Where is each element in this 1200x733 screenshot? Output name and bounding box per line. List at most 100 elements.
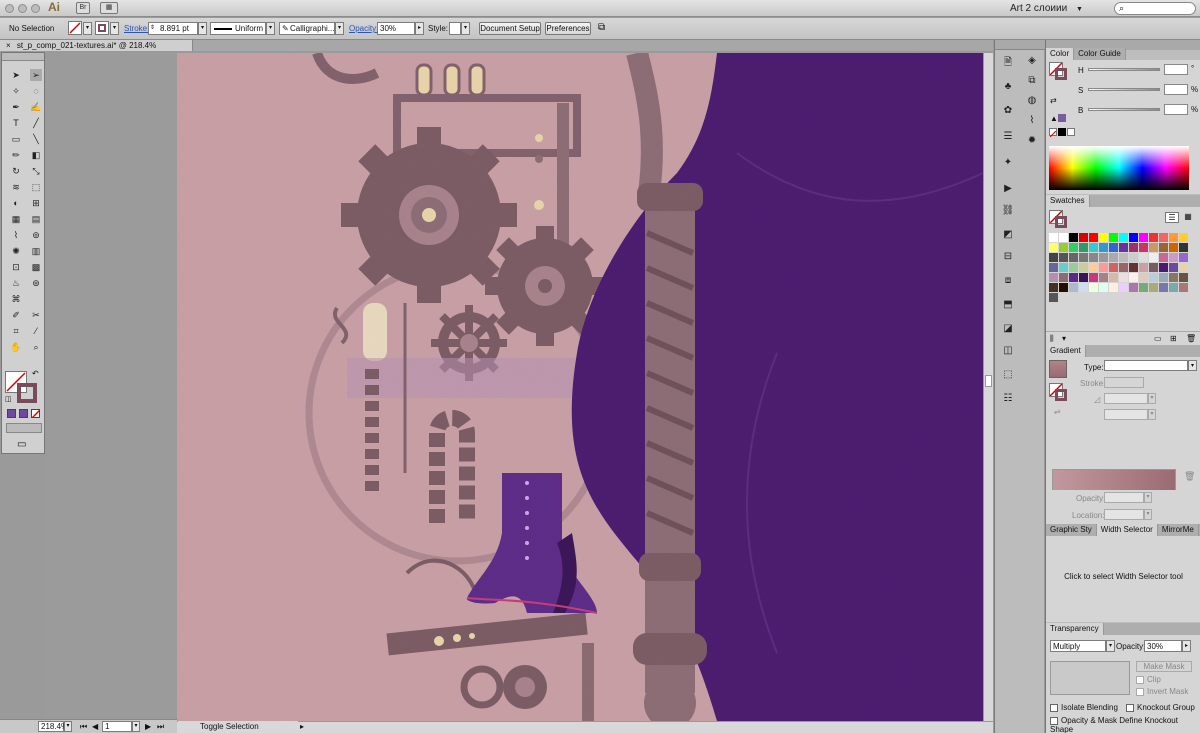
swatch-item[interactable] — [1179, 283, 1188, 292]
tab-color-guide[interactable]: Color Guide — [1074, 48, 1126, 60]
fill-swatch[interactable] — [68, 21, 82, 35]
swatch-item[interactable] — [1179, 243, 1188, 252]
stop-opacity-dropdown[interactable]: ▾ — [1144, 492, 1152, 503]
swatch-libraries-icon[interactable]: ⫼ — [1050, 334, 1054, 344]
swatch-item[interactable] — [1129, 263, 1138, 272]
gamut-swatch[interactable] — [1058, 114, 1066, 122]
preferences-button[interactable]: Preferences — [545, 22, 591, 35]
paragraph-icon[interactable]: ◫ — [997, 342, 1019, 360]
eraser-icon[interactable]: ◧ — [30, 149, 42, 161]
swatch-item[interactable] — [1129, 253, 1138, 262]
swatch-item[interactable] — [1129, 243, 1138, 252]
gradient-stroke-box[interactable] — [1055, 389, 1067, 401]
type-tool-icon[interactable]: T — [10, 117, 22, 129]
swatch-item[interactable] — [1099, 243, 1108, 252]
gradient-mode-icon[interactable] — [19, 409, 28, 418]
dock-header[interactable] — [995, 40, 1045, 50]
direct-selection-tool-icon[interactable]: ➢ — [30, 69, 42, 81]
rectangle-tool-icon[interactable]: ▭ — [10, 133, 22, 145]
tab-mirrorme[interactable]: MirrorMe — [1157, 524, 1199, 536]
swatch-item[interactable] — [1159, 283, 1168, 292]
aspect-ratio-input[interactable] — [1104, 409, 1148, 420]
image-trace-icon[interactable]: ◩ — [997, 226, 1019, 244]
swatch-item[interactable] — [1149, 273, 1158, 282]
brush-definition[interactable]: ✎ Calligraphi... — [279, 22, 335, 35]
knife-icon[interactable]: ⁄ — [30, 325, 42, 337]
swatch-item[interactable] — [1089, 233, 1098, 242]
swatch-item[interactable] — [1079, 273, 1088, 282]
swatch-item[interactable] — [1139, 273, 1148, 282]
swatch-item[interactable] — [1049, 253, 1058, 262]
transparency-opacity-dropdown[interactable]: ▸ — [1182, 640, 1191, 652]
make-mask-button[interactable]: Make Mask — [1136, 661, 1192, 672]
swatch-item[interactable] — [1049, 243, 1058, 252]
swatch-item[interactable] — [1059, 233, 1068, 242]
document-info-icon[interactable]: 🗎 — [997, 54, 1019, 72]
swatch-item[interactable] — [1159, 263, 1168, 272]
color-mode-icon[interactable] — [7, 409, 16, 418]
vertical-scrollbar[interactable] — [983, 53, 993, 721]
swatch-item[interactable] — [1139, 263, 1148, 272]
swatch-item[interactable] — [1049, 293, 1058, 302]
swap-icon[interactable]: ⇄ — [1050, 96, 1057, 105]
navigator-icon[interactable]: ▶ — [997, 180, 1019, 198]
reverse-gradient-icon[interactable]: ⇌ — [1054, 407, 1061, 416]
fill-dropdown[interactable]: ▾ — [83, 22, 92, 35]
scale-tool-icon[interactable]: ⤡ — [30, 165, 42, 177]
selection-tool-icon[interactable]: ➤ — [10, 69, 22, 81]
tab-color[interactable]: Color — [1046, 48, 1075, 60]
invert-mask-checkbox[interactable] — [1136, 687, 1144, 696]
perspective-grid-icon[interactable]: ⊞ — [30, 197, 42, 209]
stroke-color-dropdown[interactable]: ▾ — [110, 22, 119, 35]
column-graph-icon[interactable]: ▥ — [30, 245, 42, 257]
swatch-item[interactable] — [1169, 243, 1178, 252]
zoom-window-button[interactable] — [31, 4, 40, 13]
variable-width-profile[interactable]: Uniform — [210, 22, 266, 35]
swatch-item[interactable] — [1089, 283, 1098, 292]
stroke-weight-dropdown[interactable]: ▾ — [198, 22, 207, 35]
swatch-item[interactable] — [1119, 233, 1128, 242]
delete-stop-icon[interactable]: 🗑 — [1184, 471, 1195, 482]
swatch-item[interactable] — [1179, 253, 1188, 262]
mesh-tool-icon[interactable]: ▦ — [10, 213, 22, 225]
swatch-item[interactable] — [1169, 263, 1178, 272]
style-swatch[interactable] — [449, 22, 461, 35]
vertical-scroll-thumb[interactable] — [985, 375, 992, 387]
curvature-tool-icon[interactable]: ✍ — [30, 101, 42, 113]
swatch-item[interactable] — [1049, 263, 1058, 272]
swatch-kind-icon[interactable]: ▾ — [1062, 334, 1066, 343]
gradient-preview[interactable] — [1049, 360, 1067, 378]
swatch-item[interactable] — [1109, 273, 1118, 282]
swatch-grid[interactable] — [1049, 233, 1197, 303]
grid-view-icon[interactable]: ▦ — [1181, 212, 1195, 223]
swatch-item[interactable] — [1059, 243, 1068, 252]
tools-panel-header[interactable] — [2, 53, 44, 61]
transparency-panel-header[interactable]: Transparency — [1046, 623, 1200, 635]
document-setup-button[interactable]: Document Setup — [479, 22, 541, 35]
transform-icon[interactable]: ⬒ — [997, 296, 1019, 314]
color-stroke-box[interactable] — [1055, 68, 1067, 80]
none-mode-icon[interactable] — [31, 409, 41, 419]
saturation-slider[interactable] — [1088, 88, 1160, 91]
gradient-panel-header[interactable]: Gradient — [1046, 345, 1200, 357]
live-paint-selection-icon[interactable]: ⊛ — [30, 277, 42, 289]
eraser-tool-icon[interactable]: ✐ — [10, 309, 22, 321]
zoom-dropdown[interactable]: ▾ — [64, 721, 72, 732]
swatch-item[interactable] — [1079, 233, 1088, 242]
status-menu-icon[interactable]: ▸ — [300, 721, 304, 733]
swatch-item[interactable] — [1069, 283, 1078, 292]
swatch-item[interactable] — [1089, 243, 1098, 252]
swatch-item[interactable] — [1099, 233, 1108, 242]
artboard-number-input[interactable]: 1 — [102, 721, 132, 732]
knockout-group-option[interactable]: Knockout Group — [1126, 703, 1195, 712]
swatch-item[interactable] — [1159, 243, 1168, 252]
brightness-input[interactable] — [1164, 104, 1188, 115]
pencil-icon[interactable]: ✏ — [10, 149, 22, 161]
swatch-item[interactable] — [1059, 273, 1068, 282]
swatch-item[interactable] — [1179, 263, 1188, 272]
saturation-input[interactable] — [1164, 84, 1188, 95]
stepper-icon[interactable]: ⇕ — [150, 23, 155, 34]
swatch-item[interactable] — [1069, 233, 1078, 242]
opacity-input[interactable]: 30% — [377, 22, 415, 35]
magic-wand-icon[interactable]: ✧ — [10, 85, 22, 97]
